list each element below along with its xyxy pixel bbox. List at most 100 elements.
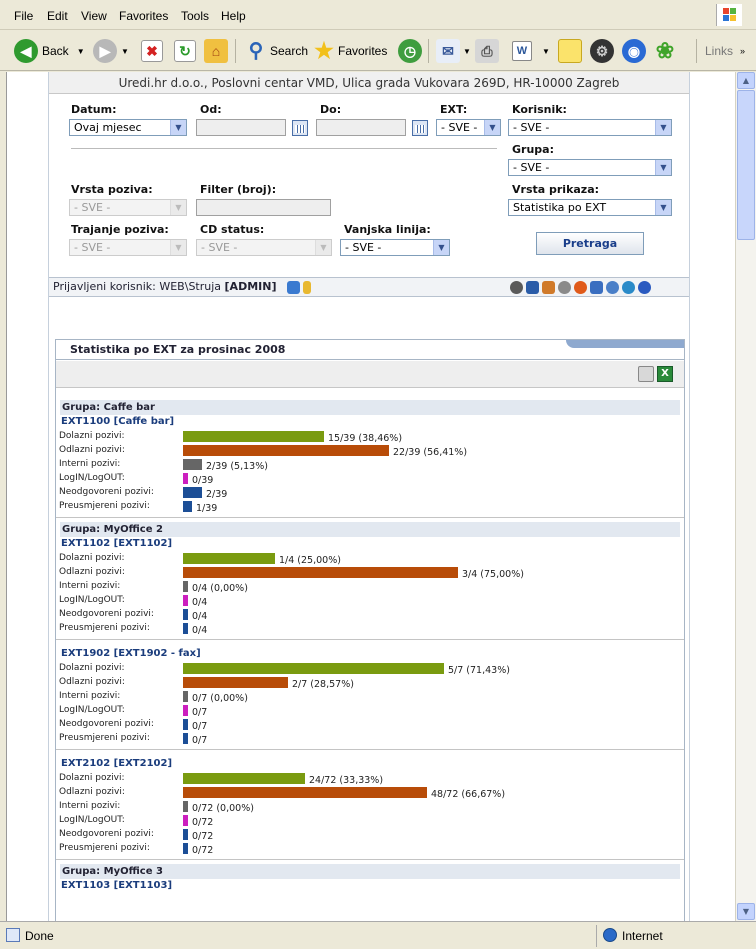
row-label: Odlazni pozivi: bbox=[59, 677, 125, 687]
research-button[interactable]: ◉ bbox=[622, 37, 646, 65]
stat-value: 0/7 bbox=[192, 707, 208, 718]
discuss-button[interactable] bbox=[558, 37, 582, 65]
ext-label: EXT: bbox=[440, 103, 468, 116]
chevron-down-icon: ▼ bbox=[433, 240, 449, 255]
back-button[interactable]: ◀ Back ▼ bbox=[14, 37, 85, 65]
ext-select[interactable]: - SVE - ▼ bbox=[436, 119, 501, 136]
forward-button[interactable]: ▶ ▼ bbox=[93, 37, 129, 65]
chevron-right-icon[interactable]: » bbox=[740, 37, 745, 65]
grupa-select[interactable]: - SVE - ▼ bbox=[508, 159, 672, 176]
printer-icon: ⎙ bbox=[475, 39, 499, 63]
vanjska-linija-label: Vanjska linija: bbox=[344, 223, 431, 236]
menu-help[interactable]: Help bbox=[221, 9, 246, 23]
stat-bar-dolazni bbox=[183, 553, 275, 564]
clock-icon[interactable] bbox=[574, 281, 587, 294]
gear-icon[interactable] bbox=[558, 281, 571, 294]
history-button[interactable]: ◷ bbox=[398, 37, 422, 65]
search-icon[interactable] bbox=[510, 281, 523, 294]
stat-bar-login bbox=[183, 815, 188, 826]
refresh-button[interactable]: ↻ bbox=[174, 37, 196, 65]
filter-input[interactable] bbox=[196, 199, 331, 216]
scroll-thumb[interactable] bbox=[737, 90, 755, 240]
row-label: Interni pozivi: bbox=[59, 581, 121, 591]
calendar-icon[interactable] bbox=[590, 281, 603, 294]
stat-value: 5/7 (71,43%) bbox=[448, 665, 510, 676]
help-icon[interactable] bbox=[638, 281, 651, 294]
chevron-down-icon: ▼ bbox=[484, 120, 500, 135]
row-label: Dolazni pozivi: bbox=[59, 431, 125, 441]
toolbar: ◀ Back ▼ ▶ ▼ ✖ ↻ ⌂ ⚲ Search ★ Favorites … bbox=[0, 31, 756, 71]
switch-user-icon[interactable] bbox=[287, 281, 300, 294]
cd-status-select[interactable]: - SVE - ▼ bbox=[196, 239, 332, 256]
vrsta-poziva-select[interactable]: - SVE - ▼ bbox=[69, 199, 187, 216]
scroll-down-button[interactable]: ▼ bbox=[737, 903, 755, 920]
stat-bar-interni bbox=[183, 459, 202, 470]
toolbar-separator bbox=[235, 39, 236, 63]
row-label: Preusmjereni pozivi: bbox=[59, 623, 150, 633]
datum-select[interactable]: Ovaj mjesec ▼ bbox=[69, 119, 187, 136]
stat-bar-odlazni bbox=[183, 677, 288, 688]
globe-icon[interactable] bbox=[622, 281, 635, 294]
stat-bar-interni bbox=[183, 801, 188, 812]
menu-file[interactable]: File bbox=[14, 9, 33, 23]
stop-icon: ✖ bbox=[141, 40, 163, 62]
chevron-down-icon: ▼ bbox=[170, 200, 186, 215]
vrsta-poziva-label: Vrsta poziva: bbox=[71, 183, 153, 196]
do-date-input[interactable] bbox=[316, 119, 406, 136]
stat-value: 0/4 bbox=[192, 597, 208, 608]
database-icon[interactable] bbox=[606, 281, 619, 294]
scroll-up-button[interactable]: ▲ bbox=[737, 72, 755, 89]
pretraga-button[interactable]: Pretraga bbox=[536, 232, 644, 255]
korisnik-select[interactable]: - SVE - ▼ bbox=[508, 119, 672, 136]
row-label: Odlazni pozivi: bbox=[59, 445, 125, 455]
edit-button[interactable]: W ▼ bbox=[512, 37, 550, 65]
favorites-button[interactable]: ★ Favorites bbox=[312, 37, 387, 65]
chevron-down-icon: ▼ bbox=[315, 240, 331, 255]
menu-favorites[interactable]: Favorites bbox=[119, 9, 168, 23]
menu-view[interactable]: View bbox=[81, 9, 107, 23]
calendar-icon[interactable] bbox=[292, 120, 308, 136]
vanjska-linija-select[interactable]: - SVE - ▼ bbox=[340, 239, 450, 256]
star-icon: ★ bbox=[314, 38, 334, 63]
menu-edit[interactable]: Edit bbox=[47, 9, 68, 23]
chevron-down-icon[interactable]: ▼ bbox=[77, 47, 85, 56]
messenger-button[interactable]: ⚙ bbox=[590, 37, 614, 65]
printer-icon[interactable] bbox=[638, 366, 654, 382]
book-icon[interactable] bbox=[526, 281, 539, 294]
od-label: Od: bbox=[200, 103, 222, 116]
cd-status-label: CD status: bbox=[200, 223, 265, 236]
stop-button[interactable]: ✖ bbox=[141, 37, 163, 65]
search-button[interactable]: ⚲ Search bbox=[244, 37, 308, 65]
row-label: Neodgovoreni pozivi: bbox=[59, 719, 154, 729]
menu-tools[interactable]: Tools bbox=[181, 9, 209, 23]
excel-export-icon[interactable]: X bbox=[657, 366, 673, 382]
od-date-input[interactable] bbox=[196, 119, 286, 136]
chevron-down-icon[interactable]: ▼ bbox=[121, 47, 129, 56]
stat-bar-preusmjereni bbox=[183, 501, 192, 512]
stat-bar-neodgovoreni bbox=[183, 487, 202, 498]
stat-value: 0/4 bbox=[192, 625, 208, 636]
calendar-icon[interactable] bbox=[412, 120, 428, 136]
trajanje-select[interactable]: - SVE - ▼ bbox=[69, 239, 187, 256]
stat-bar-neodgovoreni bbox=[183, 829, 188, 840]
mail-button[interactable]: ✉ ▼ bbox=[436, 37, 471, 65]
home-button[interactable]: ⌂ bbox=[204, 37, 228, 65]
chevron-down-icon[interactable]: ▼ bbox=[463, 47, 471, 56]
row-label: Preusmjereni pozivi: bbox=[59, 843, 150, 853]
key-icon[interactable] bbox=[303, 281, 311, 294]
stat-bar-login bbox=[183, 705, 188, 716]
vertical-scrollbar[interactable]: ▲ ▼ bbox=[735, 72, 756, 921]
icq-button[interactable]: ❀ bbox=[653, 37, 677, 65]
stat-value: 0/72 (0,00%) bbox=[192, 803, 254, 814]
windows-logo bbox=[716, 4, 742, 26]
vrsta-prikaza-select[interactable]: Statistika po EXT ▼ bbox=[508, 199, 672, 216]
links-button[interactable]: Links bbox=[705, 37, 733, 65]
stat-value: 0/39 bbox=[192, 475, 214, 486]
users-icon[interactable] bbox=[542, 281, 555, 294]
gear-icon: ⚙ bbox=[590, 39, 614, 63]
print-button[interactable]: ⎙ bbox=[475, 37, 499, 65]
zone-text: Internet bbox=[622, 929, 663, 943]
block-divider bbox=[56, 859, 684, 860]
chevron-down-icon[interactable]: ▼ bbox=[542, 47, 550, 56]
stat-bar-login bbox=[183, 473, 188, 484]
